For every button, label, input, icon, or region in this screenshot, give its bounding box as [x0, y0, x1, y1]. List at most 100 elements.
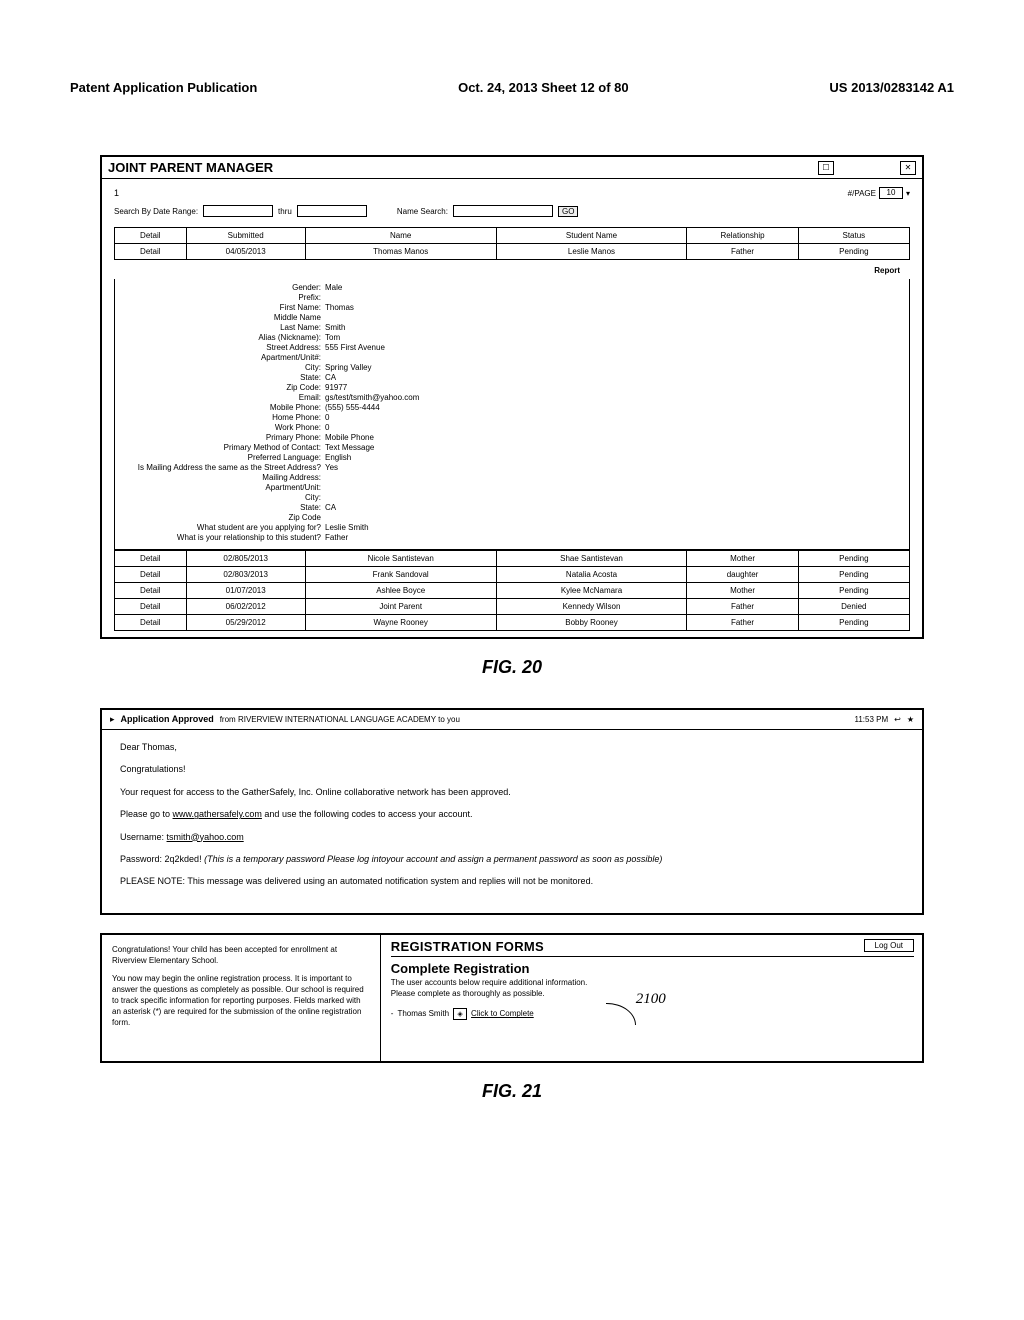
- detail-kv: Street Address:555 First Avenue: [125, 343, 899, 352]
- registration-panel: Congratulations! Your child has been acc…: [100, 933, 924, 1063]
- detail-kv: Last Name:Smith: [125, 323, 899, 332]
- table-row[interactable]: Detail02/803/2013Frank SandovalNatalia A…: [115, 567, 910, 583]
- detail-kv: Primary Phone:Mobile Phone: [125, 433, 899, 442]
- col-student: Student Name: [496, 228, 687, 244]
- panel-title: JOINT PARENT MANAGER: [108, 160, 812, 175]
- email-greeting: Dear Thomas,: [120, 740, 904, 754]
- parents-table: Detail Submitted Name Student Name Relat…: [114, 227, 910, 260]
- detail-kv: Middle Name: [125, 313, 899, 322]
- col-submitted: Submitted: [186, 228, 305, 244]
- detail-kv: First Name:Thomas: [125, 303, 899, 312]
- table-row[interactable]: Detail02/805/2013Nicole SantistevanShae …: [115, 551, 910, 567]
- table-header-row: Detail Submitted Name Student Name Relat…: [115, 228, 910, 244]
- detail-kv: Mailing Address:: [125, 473, 899, 482]
- detail-kv: Work Phone:0: [125, 423, 899, 432]
- detail-kv: Is Mailing Address the same as the Stree…: [125, 463, 899, 472]
- table-row[interactable]: Detail06/02/2012Joint ParentKennedy Wils…: [115, 599, 910, 615]
- detail-kv: State:CA: [125, 503, 899, 512]
- password-note: (This is a temporary password Please log…: [204, 854, 662, 864]
- registration-main: REGISTRATION FORMS Log Out Complete Regi…: [381, 935, 922, 1061]
- email-username: Username: tsmith@yahoo.com: [120, 830, 904, 844]
- detail-kv: Home Phone:0: [125, 413, 899, 422]
- date-from-input[interactable]: [203, 205, 273, 217]
- detail-link[interactable]: Detail: [115, 615, 187, 631]
- star-icon[interactable]: ★: [907, 715, 914, 724]
- detail-kv: Apartment/Unit:: [125, 483, 899, 492]
- detail-kv: City:: [125, 493, 899, 502]
- reply-icon[interactable]: ↩: [894, 715, 901, 724]
- sidebar-p2: You now may begin the online registratio…: [112, 974, 370, 1028]
- detail-kv: Apartment/Unit#:: [125, 353, 899, 362]
- detail-kv: Primary Method of Contact:Text Message: [125, 443, 899, 452]
- date-to-input[interactable]: [297, 205, 367, 217]
- detail-kv: What is your relationship to this studen…: [125, 533, 899, 542]
- pub-right: US 2013/0283142 A1: [829, 80, 954, 95]
- pub-center: Oct. 24, 2013 Sheet 12 of 80: [458, 80, 629, 95]
- email-subject: Application Approved: [121, 714, 214, 724]
- go-button[interactable]: GO: [558, 206, 578, 217]
- parents-table-rest: Detail02/805/2013Nicole SantistevanShae …: [114, 550, 910, 631]
- user-bullet: -: [391, 1009, 394, 1018]
- per-page-input[interactable]: 10: [879, 187, 903, 199]
- fig21-caption: FIG. 21: [60, 1081, 964, 1102]
- logout-button[interactable]: Log Out: [864, 939, 914, 952]
- email-approved: Your request for access to the GatherSaf…: [120, 785, 904, 799]
- col-relationship: Relationship: [687, 228, 798, 244]
- detail-link[interactable]: Detail: [115, 551, 187, 567]
- detail-kv: Alias (Nickname):Tom: [125, 333, 899, 342]
- complete-icon[interactable]: ◈: [453, 1008, 467, 1020]
- email-time: 11:53 PM: [854, 715, 888, 724]
- click-to-complete-link[interactable]: Click to Complete: [471, 1009, 534, 1018]
- annotation-arrow: [606, 1003, 636, 1025]
- fig20-caption: FIG. 20: [60, 657, 964, 678]
- expanded-detail-block: Gender:MalePrefix:First Name:ThomasMiddl…: [114, 279, 910, 550]
- email-goto: Please go to www.gathersafely.com and us…: [120, 807, 904, 821]
- email-congrats: Congratulations!: [120, 762, 904, 776]
- table-row[interactable]: Detail05/29/2012Wayne RooneyBobby Rooney…: [115, 615, 910, 631]
- detail-kv: Zip Code:91977: [125, 383, 899, 392]
- username-value: tsmith@yahoo.com: [167, 832, 244, 842]
- col-detail: Detail: [115, 228, 187, 244]
- detail-kv: Preferred Language:English: [125, 453, 899, 462]
- gathersafely-link[interactable]: www.gathersafely.com: [173, 809, 262, 819]
- detail-kv: Mobile Phone:(555) 555-4444: [125, 403, 899, 412]
- col-name: Name: [305, 228, 496, 244]
- date-range-label: Search By Date Range:: [114, 207, 198, 216]
- col-status: Status: [798, 228, 909, 244]
- registration-sidebar: Congratulations! Your child has been acc…: [102, 935, 381, 1061]
- email-password: Password: 2q2kded! (This is a temporary …: [120, 852, 904, 866]
- dropdown-icon[interactable]: ▾: [906, 189, 910, 198]
- detail-kv: What student are you applying for?Leslie…: [125, 523, 899, 532]
- detail-link[interactable]: Detail: [115, 599, 187, 615]
- email-please-note: PLEASE NOTE: This message was delivered …: [120, 874, 904, 888]
- registration-desc1: The user accounts below require addition…: [391, 978, 914, 987]
- detail-link[interactable]: Detail: [115, 583, 187, 599]
- detail-kv: Zip Code: [125, 513, 899, 522]
- email-from: from RIVERVIEW INTERNATIONAL LANGUAGE AC…: [220, 715, 460, 724]
- expand-icon[interactable]: ▸: [110, 714, 115, 725]
- window-icon[interactable]: ☐: [818, 161, 834, 175]
- registration-subtitle: Complete Registration: [391, 961, 914, 976]
- table-row[interactable]: Detail01/07/2013Ashlee BoyceKylee McNama…: [115, 583, 910, 599]
- per-page-selector[interactable]: #/PAGE 10 ▾: [848, 187, 910, 199]
- table-row[interactable]: Detail 04/05/2013 Thomas Manos Leslie Ma…: [115, 244, 910, 260]
- email-panel: ▸ Application Approved from RIVERVIEW IN…: [100, 708, 924, 915]
- name-search-input[interactable]: [453, 205, 553, 217]
- user-item: - Thomas Smith ◈ Click to Complete: [391, 1008, 914, 1020]
- detail-link[interactable]: Detail: [115, 567, 187, 583]
- page-number: 1: [114, 188, 119, 198]
- joint-parent-manager-panel: JOINT PARENT MANAGER ☐ ✕ 1 #/PAGE 10 ▾ S…: [100, 155, 924, 639]
- user-name: Thomas Smith: [397, 1009, 449, 1018]
- detail-kv: Gender:Male: [125, 283, 899, 292]
- per-page-label: #/PAGE: [848, 189, 876, 198]
- close-icon[interactable]: ✕: [900, 161, 916, 175]
- annotation-2100: 2100: [636, 991, 666, 1008]
- sidebar-p1: Congratulations! Your child has been acc…: [112, 945, 370, 967]
- name-search-label: Name Search:: [397, 207, 448, 216]
- thru-label: thru: [278, 207, 292, 216]
- detail-link[interactable]: Detail: [115, 244, 187, 260]
- pub-left: Patent Application Publication: [70, 80, 257, 95]
- report-link[interactable]: Report: [874, 266, 900, 275]
- detail-kv: City:Spring Valley: [125, 363, 899, 372]
- detail-kv: Prefix:: [125, 293, 899, 302]
